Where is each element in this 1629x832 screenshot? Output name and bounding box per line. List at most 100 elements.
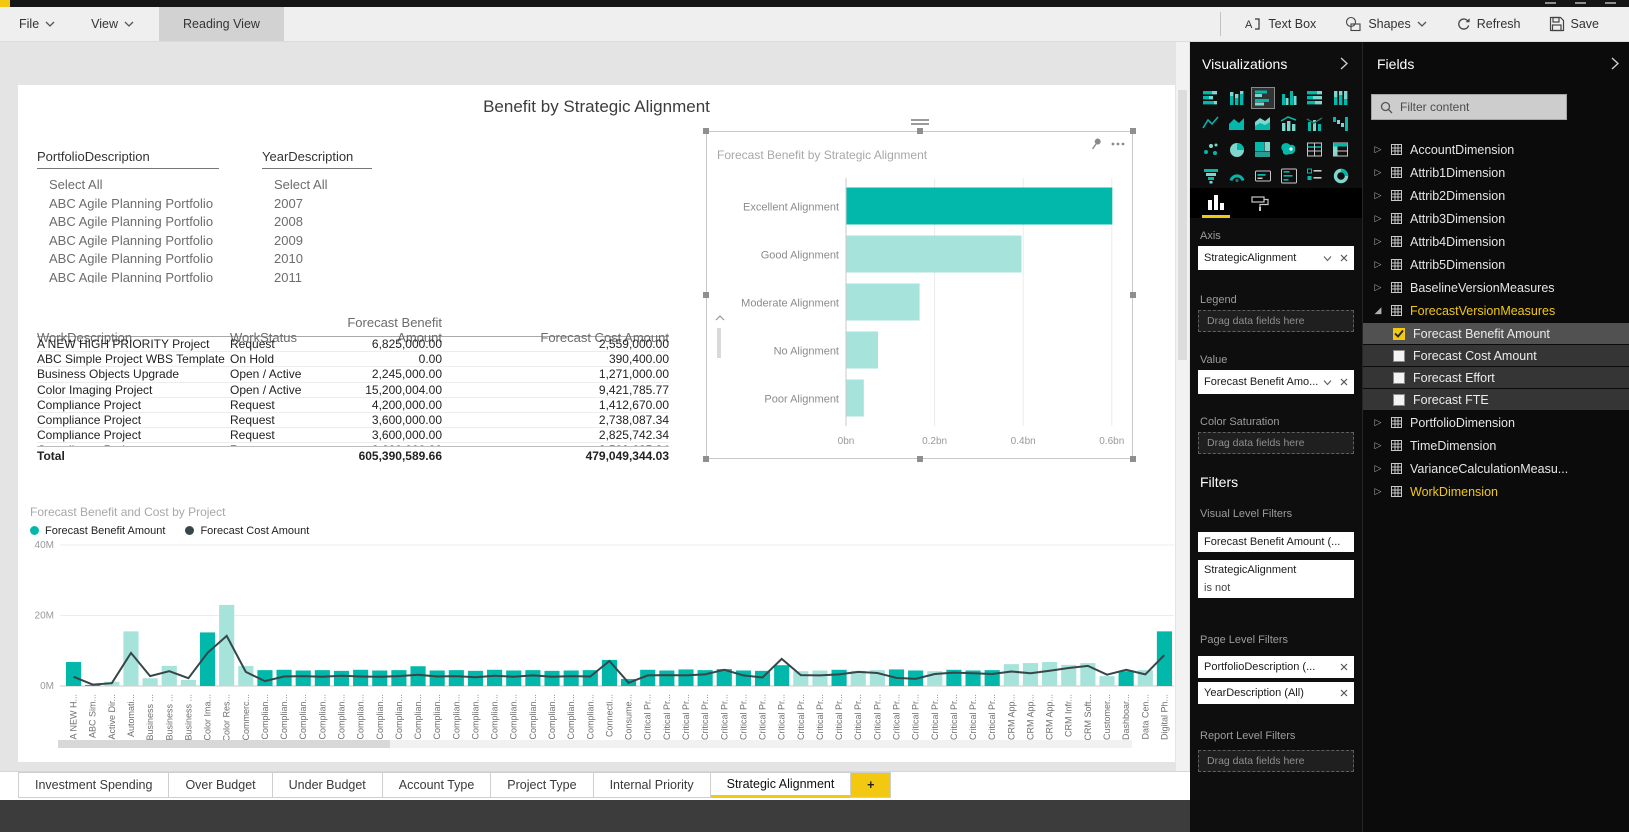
slicer-item[interactable]: 2007 — [262, 194, 372, 213]
viz-icon-pie-chart[interactable] — [1226, 140, 1248, 160]
fields-item-variancecalculationmeasu-[interactable]: ▷ VarianceCalculationMeasu... — [1363, 457, 1629, 480]
slicer-item[interactable]: ABC Agile Planning Portfolio — [37, 268, 219, 284]
viz-icon-line-clustered-column-chart[interactable] — [1304, 114, 1326, 134]
visual-filter-card[interactable]: Forecast Benefit Amount (... — [1198, 532, 1354, 552]
tab-fields-view[interactable] — [1202, 188, 1230, 218]
slicer-item[interactable]: 2010 — [262, 249, 372, 268]
table-row[interactable]: Compliance Project Request 3,600,000.00 2,8… — [37, 428, 669, 444]
file-menu-button[interactable]: File — [8, 7, 66, 41]
checkbox-checked-icon[interactable] — [1393, 327, 1405, 340]
value-field-well[interactable]: Forecast Benefit Amo... — [1198, 370, 1354, 394]
table-row[interactable]: Compliance Project Request 4,200,000.00 1,4… — [37, 398, 669, 413]
viz-icon-card[interactable] — [1252, 166, 1274, 186]
slicer-item[interactable]: 2011 — [262, 268, 372, 287]
fields-item-timedimension[interactable]: ▷ TimeDimension — [1363, 434, 1629, 457]
table-row[interactable]: Compliance ProjectRequest3,600,000.002,5… — [37, 443, 669, 446]
resize-handle[interactable] — [1130, 456, 1136, 462]
more-options-icon[interactable] — [1110, 136, 1126, 152]
page-filter-card[interactable]: YearDescription (All) — [1198, 682, 1354, 704]
page-tab-under-budget[interactable]: Under Budget — [272, 772, 383, 798]
bar-chart[interactable]: 0bn 0.2bn 0.4bn 0.6bn Excellent Alignment Goo… — [713, 170, 1127, 454]
reading-view-button[interactable]: Reading View — [159, 7, 284, 41]
collapse-icon[interactable]: ◢ — [1373, 305, 1383, 316]
shapes-button[interactable]: Shapes — [1330, 16, 1440, 32]
slicer-item[interactable]: ABC Agile Planning Portfolio — [37, 249, 219, 268]
close-icon[interactable] — [1605, 2, 1616, 4]
viz-icon-treemap[interactable] — [1252, 140, 1274, 160]
viz-icon-line-chart[interactable] — [1200, 114, 1222, 134]
maximize-icon[interactable] — [1575, 2, 1586, 4]
checkbox-icon[interactable] — [1393, 349, 1405, 362]
expand-icon[interactable]: ▷ — [1373, 259, 1383, 270]
expand-icon[interactable]: ▷ — [1373, 417, 1383, 428]
visual-filter-card[interactable]: StrategicAlignment is not — [1198, 560, 1354, 598]
viz-icon-table[interactable] — [1304, 140, 1326, 160]
report-filter-drop-zone[interactable]: Drag data fields here — [1198, 750, 1354, 772]
page-filter-card[interactable]: PortfolioDescription (... — [1198, 656, 1354, 678]
fields-item-attrib3dimension[interactable]: ▷ Attrib3Dimension — [1363, 207, 1629, 230]
slicer-item[interactable]: Select All — [37, 175, 219, 194]
viz-icon-funnel[interactable] — [1200, 166, 1222, 186]
fields-item-attrib4dimension[interactable]: ▷ Attrib4Dimension — [1363, 230, 1629, 253]
checkbox-icon[interactable] — [1393, 371, 1405, 384]
remove-field-icon[interactable] — [1340, 378, 1348, 386]
expand-icon[interactable]: ▷ — [1373, 486, 1383, 497]
remove-field-icon[interactable] — [1340, 254, 1348, 262]
horizontal-scrollbar[interactable] — [58, 740, 1132, 748]
text-box-button[interactable]: A Text Box — [1231, 16, 1330, 32]
fields-measure-forecast-fte[interactable]: Forecast FTE — [1363, 389, 1629, 410]
viz-icon-multi-row-card[interactable] — [1278, 166, 1300, 186]
slicer-item[interactable]: 2008 — [262, 212, 372, 231]
viz-icon-stacked-area-chart[interactable] — [1252, 114, 1274, 134]
slicer-item[interactable]: ABC Agile Planning Portfolio — [37, 231, 219, 250]
slicer-item[interactable]: Select All — [262, 175, 372, 194]
slicer-item[interactable]: 2009 — [262, 231, 372, 250]
scrollbar-thumb[interactable] — [1178, 90, 1187, 360]
remove-filter-icon[interactable] — [1340, 689, 1348, 697]
viz-icon-waterfall-chart[interactable] — [1330, 114, 1352, 134]
chevron-down-icon[interactable] — [1323, 255, 1332, 262]
expand-icon[interactable]: ▷ — [1373, 440, 1383, 451]
table-row[interactable]: Compliance Project Request 3,600,000.00 2,7… — [37, 413, 669, 429]
minimize-icon[interactable] — [1545, 2, 1556, 4]
collapse-panel-icon[interactable] — [1611, 57, 1619, 70]
legend-item[interactable]: Forecast Benefit Amount — [30, 525, 165, 537]
viz-icon-area-chart[interactable] — [1226, 114, 1248, 134]
slicer-item[interactable]: ABC Agile Planning Portfolio — [37, 212, 219, 231]
legend-item[interactable]: Forecast Cost Amount — [185, 525, 309, 537]
save-button[interactable]: Save — [1535, 16, 1614, 32]
expand-icon[interactable]: ▷ — [1373, 213, 1383, 224]
collapse-panel-icon[interactable] — [1340, 57, 1348, 70]
add-page-tab-button[interactable]: + — [851, 772, 892, 798]
table-row[interactable]: Business Objects Upgrade Open / Active 2,2… — [37, 367, 669, 383]
color-saturation-drop-zone[interactable]: Drag data fields here — [1198, 432, 1354, 454]
viz-icon-stacked-bar-chart[interactable] — [1200, 88, 1222, 108]
fields-item-portfoliodimension[interactable]: ▷ PortfolioDimension — [1363, 411, 1629, 434]
page-tab-strategic-alignment[interactable]: Strategic Alignment — [710, 772, 852, 798]
resize-handle[interactable] — [1130, 292, 1136, 298]
resize-handle[interactable] — [703, 456, 709, 462]
fields-item-forecastversionmeasures[interactable]: ◢ ForecastVersionMeasures — [1363, 299, 1629, 322]
table-row[interactable]: Color Imaging Project Open / Active 15,200… — [37, 383, 669, 398]
viz-icon-filled-map[interactable] — [1278, 140, 1300, 160]
viz-icon-scatter-chart[interactable] — [1200, 140, 1222, 160]
bar-chart-visual[interactable]: Forecast Benefit by Strategic Alignment … — [703, 119, 1136, 462]
viz-icon-hundred-stacked-column-chart[interactable] — [1330, 88, 1352, 108]
page-tab-internal-priority[interactable]: Internal Priority — [593, 772, 711, 798]
pin-visual-icon[interactable] — [1088, 136, 1104, 152]
slicer-item[interactable]: ABC Agile Planning Portfolio — [37, 194, 219, 213]
viz-icon-donut-chart[interactable] — [1330, 166, 1352, 186]
expand-icon[interactable]: ▷ — [1373, 144, 1383, 155]
viz-icon-gauge[interactable] — [1226, 166, 1248, 186]
checkbox-icon[interactable] — [1393, 393, 1405, 406]
legend-drop-zone[interactable]: Drag data fields here — [1198, 310, 1354, 332]
resize-handle[interactable] — [1130, 128, 1136, 134]
fields-measure-forecast-effort[interactable]: Forecast Effort — [1363, 367, 1629, 388]
fields-measure-forecast-cost-amount[interactable]: Forecast Cost Amount — [1363, 345, 1629, 366]
fields-item-accountdimension[interactable]: ▷ AccountDimension — [1363, 138, 1629, 161]
table-row[interactable]: A NEW HIGH PRIORITY Project Request 6,825,… — [37, 337, 669, 353]
combo-chart[interactable]: 40M 20M 0M A NEW H... ABC Sim... Active Dir..… — [28, 537, 1183, 749]
expand-icon[interactable]: ▷ — [1373, 190, 1383, 201]
expand-icon[interactable]: ▷ — [1373, 282, 1383, 293]
tab-format-view[interactable] — [1246, 188, 1274, 218]
